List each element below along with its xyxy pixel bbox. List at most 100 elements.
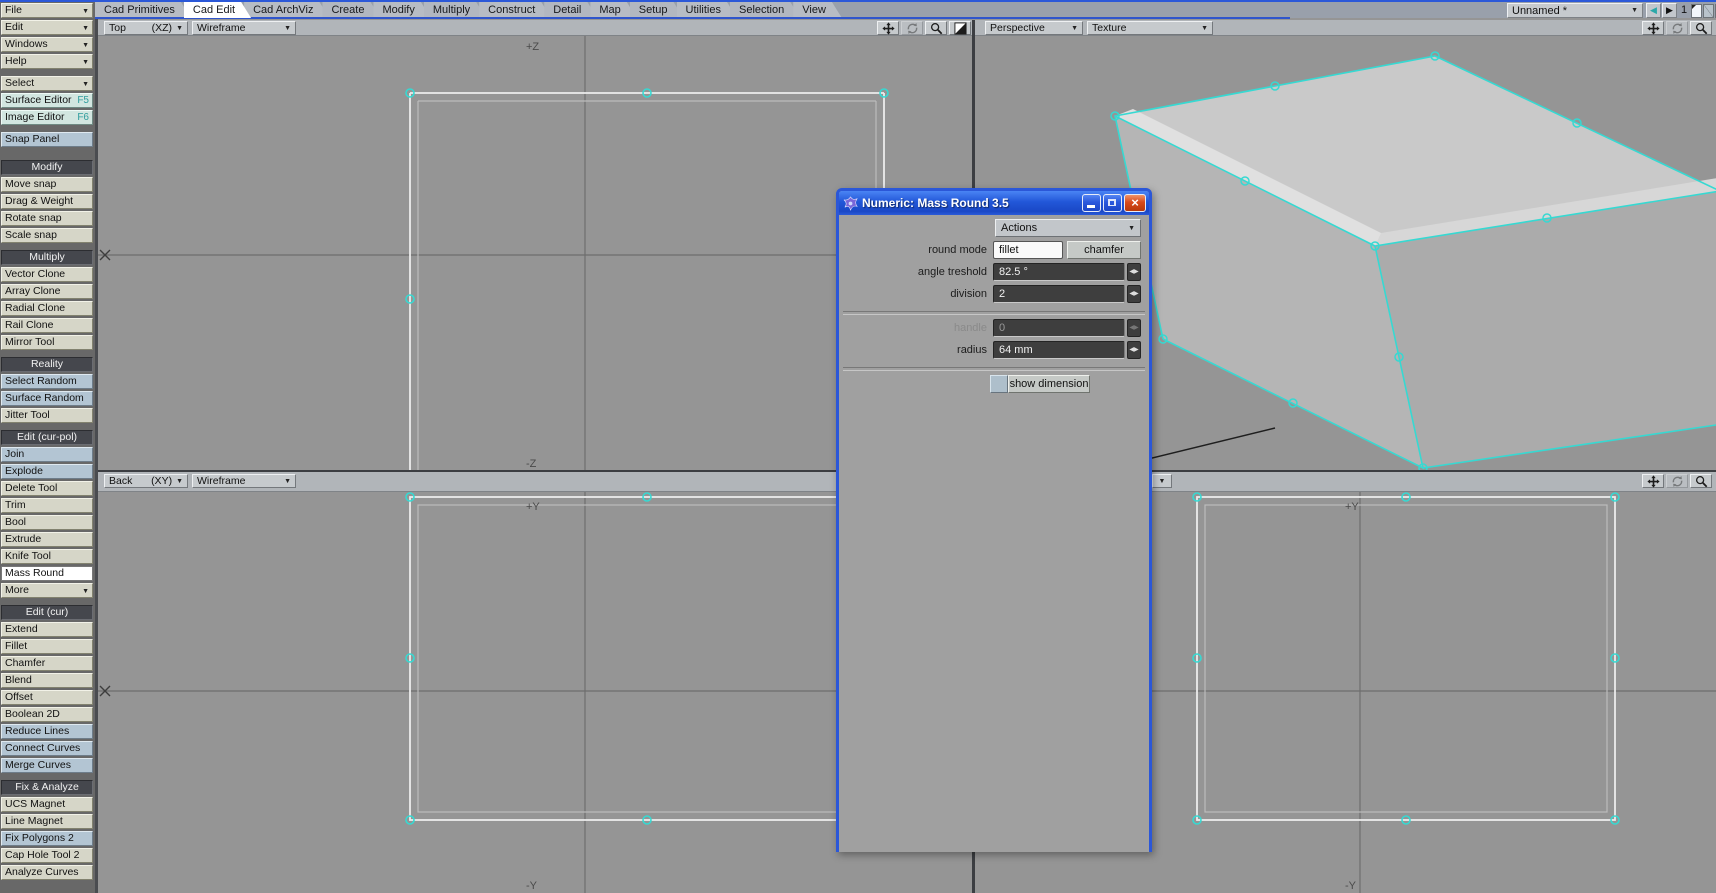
division-field[interactable]: 2 <box>993 285 1125 303</box>
application-window: File Edit Windows Help <box>0 0 1716 893</box>
zoom-icon[interactable] <box>1690 21 1712 35</box>
menu-tab[interactable]: Utilities <box>677 2 737 18</box>
sidebar-item[interactable]: More <box>1 583 93 598</box>
sidebar-item[interactable]: Radial Clone <box>1 301 93 316</box>
sidebar-item: Modify <box>1 160 93 175</box>
sidebar-item[interactable]: Fix Polygons 2 <box>1 831 93 846</box>
radius-field[interactable]: 64 mm <box>993 341 1125 359</box>
rotate-icon[interactable] <box>1666 474 1688 488</box>
sidebar-item[interactable]: Select <box>1 76 93 91</box>
sidebar-item[interactable]: Scale snap <box>1 228 93 243</box>
sidebar-item[interactable]: Drag & Weight <box>1 194 93 209</box>
sidebar-item[interactable]: Offset <box>1 690 93 705</box>
sidebar-item[interactable]: File <box>1 3 93 18</box>
separator <box>843 367 1145 371</box>
sidebar-item[interactable]: Knife Tool <box>1 549 93 564</box>
angle-treshold-field[interactable]: 82.5 ° <box>993 263 1125 281</box>
stepper-arrows-icon: ◀▶ <box>1127 319 1141 337</box>
menu-tab[interactable]: Selection <box>730 2 800 18</box>
layer-box[interactable] <box>1703 4 1714 18</box>
sidebar-item[interactable]: Analyze Curves <box>1 865 93 880</box>
sidebar-item[interactable]: Mirror Tool <box>1 335 93 350</box>
sidebar-item[interactable]: Jitter Tool <box>1 408 93 423</box>
menu-tab[interactable]: Setup <box>630 2 684 18</box>
menu-tab[interactable]: Cad Primitives <box>95 2 191 18</box>
shading-dropdown-back[interactable]: Wireframe ▼ <box>192 474 296 488</box>
sidebar-item[interactable]: Edit <box>1 20 93 35</box>
sidebar-item[interactable]: Image Editor F6 <box>1 110 93 125</box>
chamfer-button[interactable]: chamfer <box>1067 241 1141 259</box>
zoom-icon[interactable] <box>925 21 947 35</box>
angle-treshold-row: angle treshold 82.5 ° ◀▶ <box>839 263 1149 282</box>
view-type-dropdown-back[interactable]: Back (XY) ▼ <box>104 474 188 488</box>
sidebar-item[interactable]: Boolean 2D <box>1 707 93 722</box>
sidebar-item[interactable]: Rotate snap <box>1 211 93 226</box>
pan-icon[interactable] <box>877 21 899 35</box>
rotate-icon[interactable] <box>1666 21 1688 35</box>
shading-dropdown-top[interactable]: Wireframe ▼ <box>192 21 296 35</box>
close-button[interactable]: × <box>1124 194 1146 212</box>
zoom-icon[interactable] <box>1690 474 1712 488</box>
maximize-button[interactable] <box>1103 194 1122 212</box>
sidebar-item[interactable]: Connect Curves <box>1 741 93 756</box>
view-type-dropdown-top[interactable]: Top (XZ) ▼ <box>104 21 188 35</box>
minimize-button[interactable] <box>1082 194 1101 212</box>
menu-tab[interactable]: Cad ArchViz <box>244 2 329 18</box>
sidebar-item[interactable]: Windows <box>1 37 93 52</box>
sidebar-item[interactable]: Mass Round <box>1 566 93 581</box>
sidebar-item[interactable]: Snap Panel <box>1 132 93 147</box>
sidebar-item[interactable]: Trim <box>1 498 93 513</box>
sidebar-item[interactable]: UCS Magnet <box>1 797 93 812</box>
sidebar-item[interactable]: Move snap <box>1 177 93 192</box>
sidebar-item[interactable]: Rail Clone <box>1 318 93 333</box>
prev-object-button[interactable]: ◀ <box>1646 3 1661 18</box>
sidebar-item[interactable]: Extrude <box>1 532 93 547</box>
sidebar-item[interactable]: Bool <box>1 515 93 530</box>
shading-dropdown-perspective[interactable]: Texture ▼ <box>1087 21 1213 35</box>
menu-tab[interactable]: View <box>793 2 842 18</box>
sidebar-item[interactable]: Chamfer <box>1 656 93 671</box>
sidebar-item[interactable]: Surface Editor F5 <box>1 93 93 108</box>
view-type-dropdown-right-partial[interactable]: ▼ <box>1152 474 1172 488</box>
sidebar-item[interactable]: Explode <box>1 464 93 479</box>
menu-tab[interactable]: Cad Edit <box>184 2 251 18</box>
actions-dropdown[interactable]: Actions ▼ <box>995 219 1141 237</box>
menu-tab[interactable]: Multiply <box>424 2 486 18</box>
pan-icon[interactable] <box>1642 474 1664 488</box>
sidebar-item[interactable]: Array Clone <box>1 284 93 299</box>
sidebar-item[interactable]: Reduce Lines <box>1 724 93 739</box>
menu-tab[interactable]: Create <box>322 2 380 18</box>
stepper-arrows-icon[interactable]: ◀▶ <box>1127 285 1141 303</box>
show-dimension-checkbox[interactable] <box>990 375 1008 393</box>
menu-tab[interactable]: Detail <box>544 2 597 18</box>
stepper-arrows-icon[interactable]: ◀▶ <box>1127 341 1141 359</box>
sidebar-item[interactable]: Extend <box>1 622 93 637</box>
sidebar-item[interactable]: Line Magnet <box>1 814 93 829</box>
sidebar-item[interactable]: Join <box>1 447 93 462</box>
next-object-button[interactable]: ▶ <box>1662 3 1677 18</box>
view-type-dropdown-perspective[interactable]: Perspective ▼ <box>985 21 1083 35</box>
sidebar-item[interactable]: Delete Tool <box>1 481 93 496</box>
sidebar-item[interactable]: Blend <box>1 673 93 688</box>
show-dimension-button[interactable]: show dimension <box>1008 375 1090 393</box>
layer-box[interactable] <box>1691 4 1702 18</box>
sidebar-item[interactable]: Fillet <box>1 639 93 654</box>
sidebar-item[interactable]: Select Random <box>1 374 93 389</box>
sidebar-item[interactable]: Cap Hole Tool 2 <box>1 848 93 863</box>
handle-row: handle 0 ◀▶ <box>839 319 1149 338</box>
object-selector-dropdown[interactable]: Unnamed * ▼ <box>1507 3 1643 18</box>
dialog-titlebar[interactable]: Numeric: Mass Round 3.5 × <box>839 191 1149 215</box>
sidebar-item[interactable]: Help <box>1 54 93 69</box>
single-view-toggle-icon[interactable] <box>949 21 971 35</box>
stepper-arrows-icon[interactable]: ◀▶ <box>1127 263 1141 281</box>
menu-tab[interactable]: Modify <box>373 2 430 18</box>
sidebar-item[interactable]: Merge Curves <box>1 758 93 773</box>
sidebar-item[interactable]: Vector Clone <box>1 267 93 282</box>
pan-icon[interactable] <box>1642 21 1664 35</box>
dialog-title: Numeric: Mass Round 3.5 <box>862 196 1080 210</box>
round-mode-field[interactable]: fillet <box>993 241 1063 259</box>
rotate-icon[interactable] <box>901 21 923 35</box>
sidebar-item[interactable]: Surface Random <box>1 391 93 406</box>
sidebar-item <box>1 425 93 428</box>
menu-tab[interactable]: Construct <box>479 2 551 18</box>
